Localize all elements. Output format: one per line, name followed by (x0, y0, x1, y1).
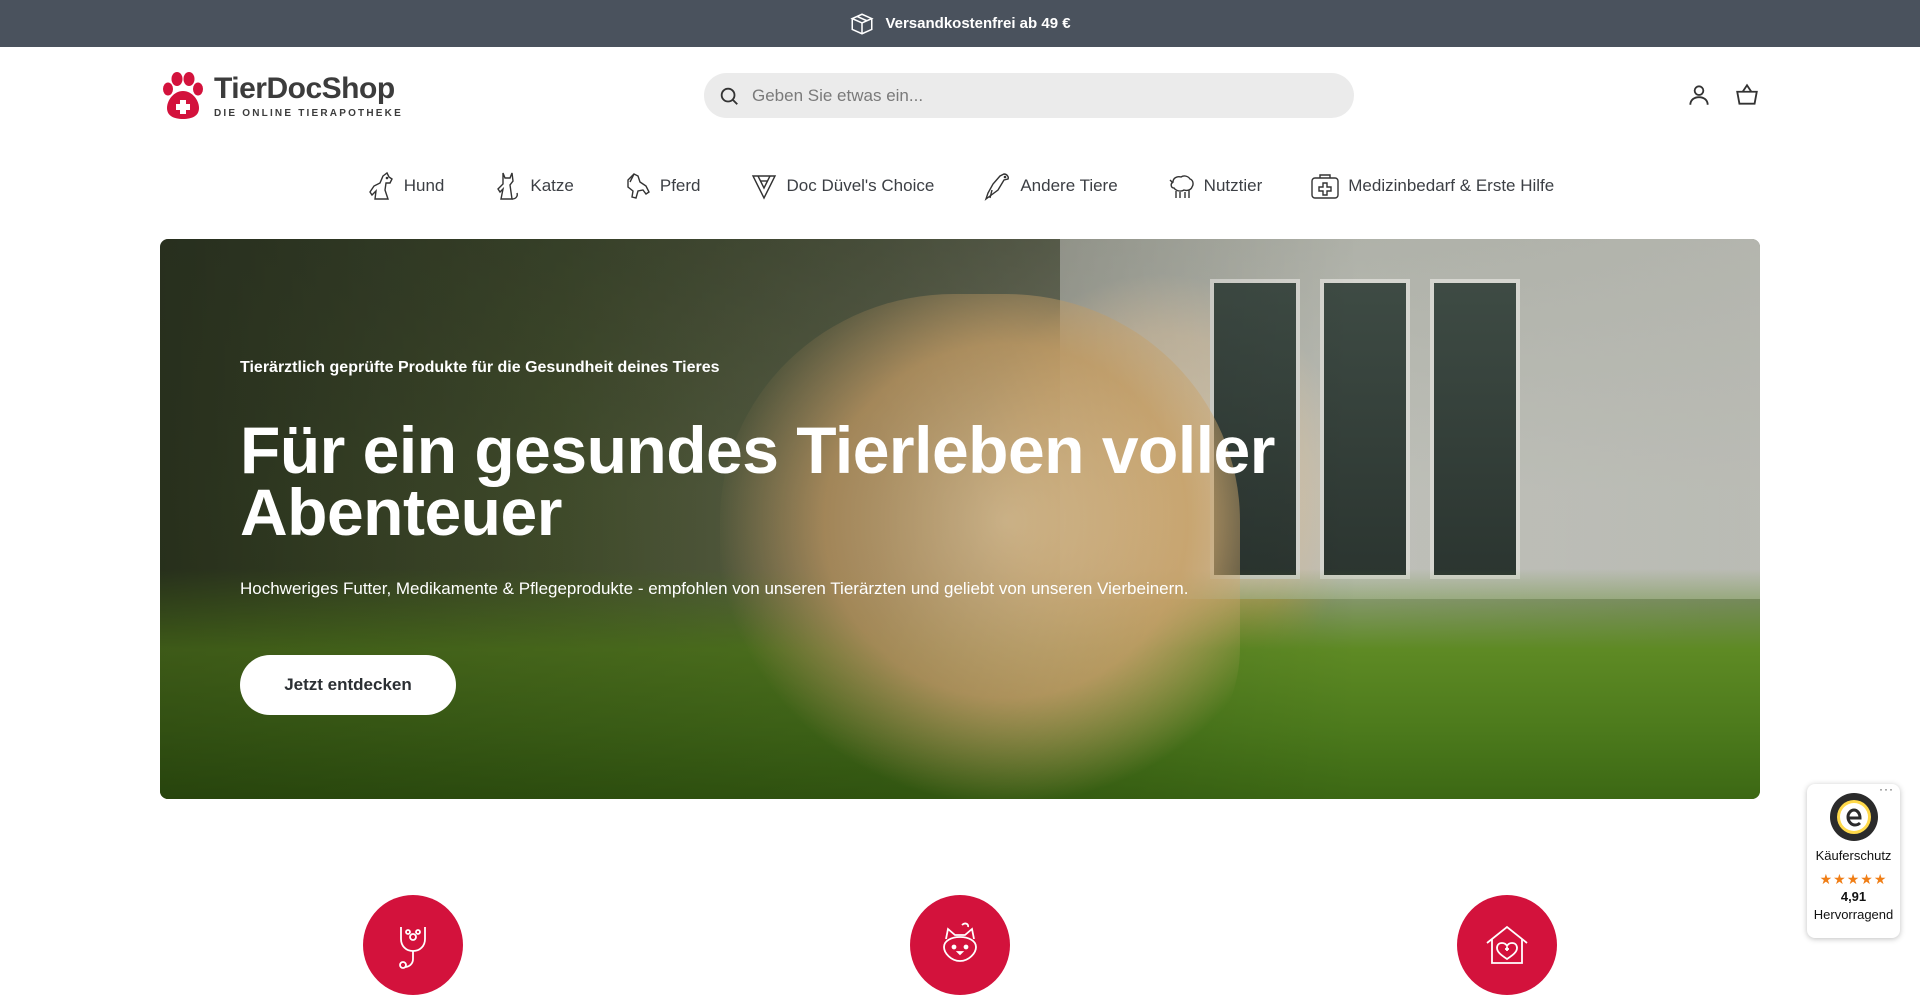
stethoscope-icon (399, 927, 426, 969)
feature-home-icon-circle (1457, 895, 1557, 995)
package-icon (850, 12, 875, 35)
sheep-icon (1169, 175, 1194, 198)
bird-icon (984, 173, 1010, 201)
rating-text: Hervorragend (1813, 907, 1894, 922)
nav-label: Doc Düvel's Choice (786, 176, 935, 195)
nav-item-doc-duevels-choice[interactable]: Doc Düvel's Choice (749, 170, 935, 202)
hero-content: Tierärztlich geprüfte Produkte für die G… (240, 359, 1300, 715)
nav-label: Hund (403, 176, 445, 195)
announcement-text: Versandkostenfrei ab 49 € (885, 15, 1071, 32)
feature-cat-icon-circle (910, 895, 1010, 995)
badge-icon (751, 175, 776, 200)
search-icon (720, 87, 738, 105)
nav-label: Nutztier (1203, 176, 1263, 195)
hero-subtitle: Hochweriges Futter, Medikamente & Pflege… (240, 579, 1189, 598)
account-icon[interactable] (1686, 82, 1712, 108)
dog-icon (368, 171, 393, 200)
hero-kicker: Tierärztlich geprüfte Produkte für die G… (240, 359, 720, 376)
logo[interactable]: TierDocShop DIE ONLINE TIERAPOTHEKE (160, 71, 403, 121)
site-header: TierDocShop DIE ONLINE TIERAPOTHEKE (0, 47, 1920, 143)
feature-vet-icon-circle (363, 895, 463, 995)
announcement-bar: Versandkostenfrei ab 49 € (0, 0, 1920, 47)
nav-label: Medizinbedarf & Erste Hilfe (1348, 176, 1555, 195)
horse-icon (627, 173, 650, 199)
header-actions (1686, 82, 1760, 108)
nav-item-medizinbedarf[interactable]: Medizinbedarf & Erste Hilfe (1310, 170, 1554, 202)
nav-item-katze[interactable]: Katze (492, 170, 574, 202)
cart-basket-icon[interactable] (1734, 82, 1760, 108)
more-options-icon[interactable]: ··· (1879, 782, 1894, 796)
rating-score: 4,91 (1840, 889, 1867, 904)
nav-label: Pferd (659, 176, 701, 195)
hero-banner: Tierärztlich geprüfte Produkte für die G… (160, 239, 1760, 799)
pet-home-icon (1486, 925, 1528, 964)
nav-item-nutztier[interactable]: Nutztier (1166, 170, 1263, 202)
trust-label: Käuferschutz (1815, 848, 1892, 863)
first-aid-kit-icon (1311, 174, 1339, 199)
trusted-shops-badge[interactable]: ··· Käuferschutz ★★★★★ 4,91 Hervorragend (1807, 782, 1900, 938)
hero-title: Für ein gesundes Tierleben voller Abente… (240, 413, 1275, 549)
category-nav: Hund Katze Pferd Doc Düvel's Choice Ande… (0, 143, 1920, 239)
trust-seal-icon (1829, 793, 1878, 841)
search-input[interactable] (752, 85, 1312, 106)
nav-item-pferd[interactable]: Pferd (622, 170, 701, 202)
paw-logo-icon (163, 72, 203, 119)
nav-label: Katze (530, 176, 574, 195)
logo-name: TierDocShop (214, 71, 395, 105)
rating-stars: ★★★★★ (1819, 871, 1888, 887)
logo-tagline: DIE ONLINE TIERAPOTHEKE (214, 107, 403, 119)
search-bar[interactable] (704, 73, 1354, 118)
discover-button[interactable]: Jetzt entdecken (240, 655, 456, 715)
cat-icon (497, 172, 519, 200)
nav-item-hund[interactable]: Hund (366, 170, 445, 202)
cat-face-icon (943, 922, 977, 962)
nav-label: Andere Tiere (1020, 176, 1118, 195)
nav-item-andere-tiere[interactable]: Andere Tiere (982, 170, 1118, 202)
